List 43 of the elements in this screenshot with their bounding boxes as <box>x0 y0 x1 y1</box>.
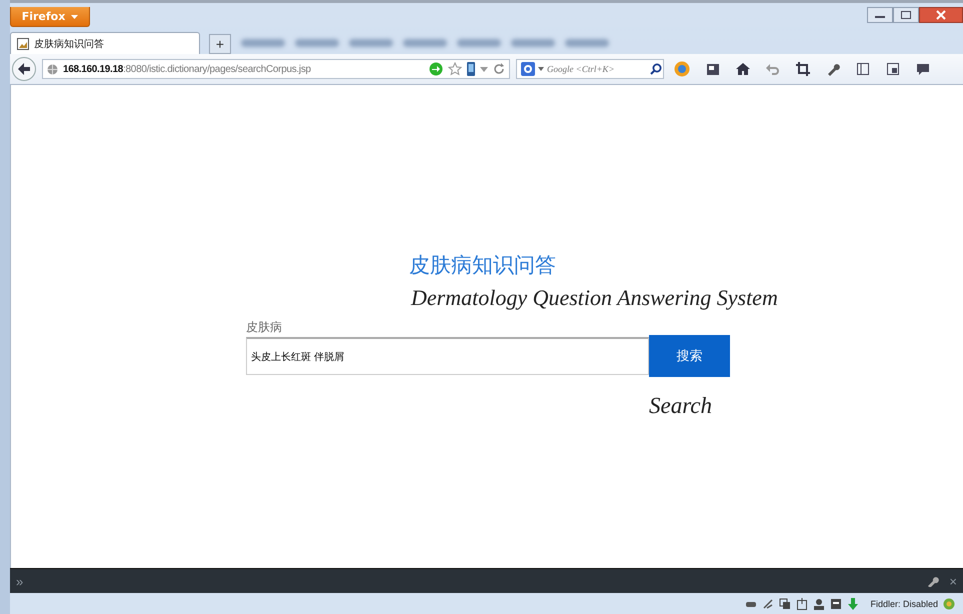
caret-icon <box>538 67 544 71</box>
globe-icon <box>47 64 58 74</box>
search-button[interactable]: 搜索 <box>649 335 730 377</box>
expand-toggle[interactable]: » <box>16 574 24 588</box>
restore-icon[interactable] <box>893 7 919 23</box>
dropdown-icon[interactable] <box>480 66 488 72</box>
search-icon[interactable] <box>650 63 662 75</box>
close-button[interactable]: × <box>949 574 957 588</box>
crop-icon[interactable] <box>796 62 810 76</box>
field-label: 皮肤病 <box>246 319 283 336</box>
star-icon[interactable] <box>448 62 462 76</box>
wrench-icon[interactable] <box>826 62 840 76</box>
close-icon[interactable] <box>919 7 963 23</box>
page-subtitle: Dermatology Question Answering System <box>410 285 779 312</box>
fiddler-status[interactable]: Fiddler: Disabled <box>870 598 938 608</box>
tab-title: 皮肤病知识问答 <box>34 38 104 50</box>
page-title: 皮肤病知识问答 <box>409 252 557 279</box>
search-caption: Search <box>649 393 714 420</box>
back-icon[interactable] <box>12 57 36 81</box>
address-field[interactable]: 168.160.19.18:8080/istic.dictionary/pages/searchCorpus.jsp <box>42 59 510 79</box>
reload-icon[interactable] <box>493 63 505 75</box>
copy-icon[interactable] <box>779 598 792 610</box>
search-engine-icon[interactable] <box>521 62 535 76</box>
page-icon <box>17 38 29 50</box>
sidebar-icon[interactable] <box>856 62 870 76</box>
undo-icon[interactable] <box>766 62 780 76</box>
home-icon[interactable] <box>736 62 750 76</box>
pen-icon[interactable] <box>762 598 774 610</box>
download-icon[interactable] <box>847 598 860 610</box>
panel-icon[interactable] <box>706 62 720 76</box>
chat-icon[interactable] <box>916 62 930 76</box>
url-text: 168.160.19.18:8080/istic.dictionary/pages/searchCorpus.jsp <box>63 64 311 74</box>
person-icon[interactable] <box>813 598 826 610</box>
search-field[interactable]: Google <Ctrl+K> <box>516 59 664 79</box>
screenshot-icon[interactable] <box>886 62 900 76</box>
addon-icon[interactable] <box>674 61 690 77</box>
query-input[interactable]: 头皮上长红斑 伴脱屑 <box>246 337 649 375</box>
minimize-icon[interactable] <box>867 7 893 23</box>
new-tab-button[interactable]: + <box>209 34 231 54</box>
caret-icon <box>71 14 78 18</box>
browser-tab[interactable]: 皮肤病知识问答 <box>10 32 200 54</box>
phone-icon[interactable] <box>467 62 475 76</box>
wrench-icon[interactable] <box>927 575 940 587</box>
